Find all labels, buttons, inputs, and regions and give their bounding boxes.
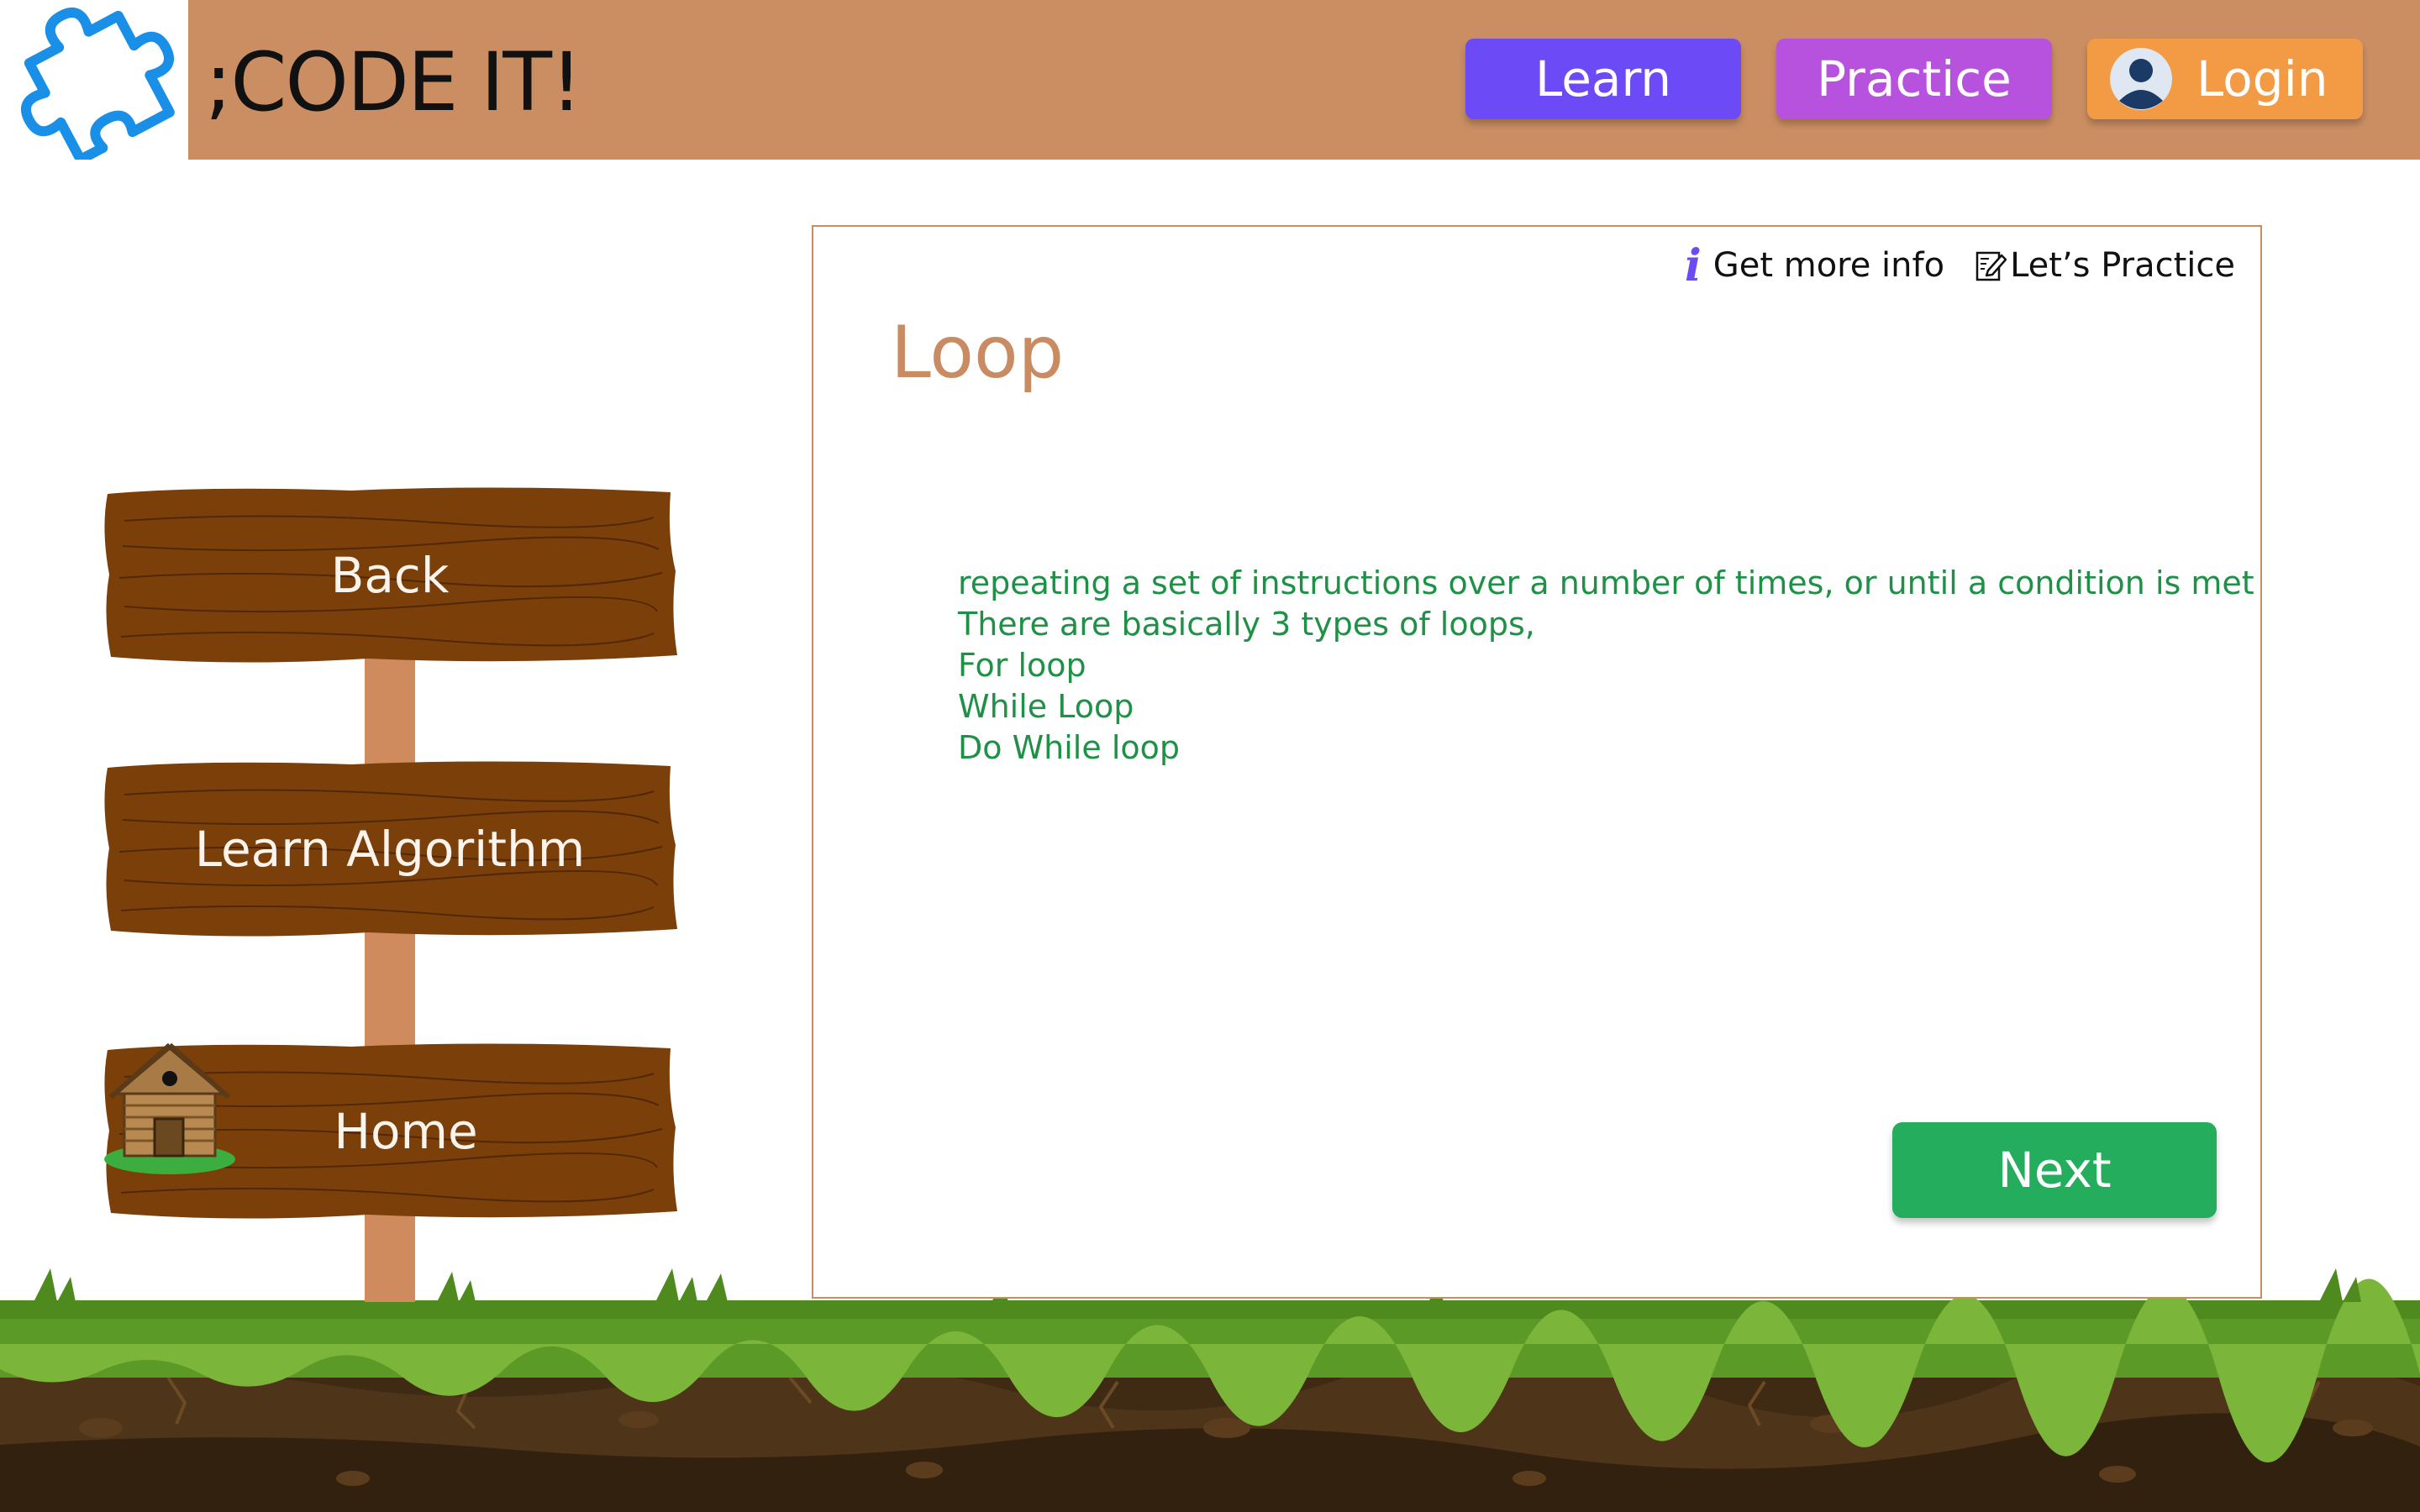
back-sign-button[interactable]: Back xyxy=(99,479,681,672)
home-sign-button[interactable]: Home xyxy=(99,1035,681,1228)
lesson-body: repeating a set of instructions over a n… xyxy=(958,563,2254,769)
lets-practice-label: Let’s Practice xyxy=(2010,246,2235,285)
body-line: repeating a set of instructions over a n… xyxy=(958,564,2254,601)
learn-algorithm-sign-button[interactable]: Learn Algorithm xyxy=(99,753,681,946)
body-line: Do While loop xyxy=(958,729,1180,766)
puzzle-piece-icon xyxy=(21,8,175,160)
cabin-icon xyxy=(104,1042,235,1174)
back-label: Back xyxy=(330,547,450,604)
get-more-info-label: Get more info xyxy=(1712,246,1945,285)
get-more-info-link[interactable]: i Get more info xyxy=(1685,240,1944,291)
header-bar: ;CODE IT! Learn Practice Login xyxy=(0,0,2420,160)
login-button[interactable]: Login xyxy=(2087,39,2363,119)
learn-button[interactable]: Learn xyxy=(1465,39,1741,119)
learn-algorithm-label: Learn Algorithm xyxy=(194,821,586,878)
user-avatar-icon xyxy=(2110,48,2172,110)
pencil-edit-icon xyxy=(1975,251,2007,281)
practice-button[interactable]: Practice xyxy=(1776,39,2052,119)
body-line: While Loop xyxy=(958,688,1134,725)
login-label: Login xyxy=(2196,50,2328,108)
body-line: For loop xyxy=(958,647,1086,684)
brand-title: ;CODE IT! xyxy=(205,35,582,129)
lesson-card: i Get more info Let’s Practice Loop repe… xyxy=(812,225,2262,1299)
card-toolbar: i Get more info Let’s Practice xyxy=(1655,240,2235,291)
info-icon: i xyxy=(1684,239,1702,291)
next-button[interactable]: Next xyxy=(1892,1122,2217,1218)
home-label: Home xyxy=(334,1103,478,1160)
logo-box[interactable] xyxy=(0,0,188,160)
lets-practice-link[interactable]: Let’s Practice xyxy=(1975,246,2235,285)
body-line: There are basically 3 types of loops, xyxy=(958,606,1535,643)
lesson-title: Loop xyxy=(891,311,1065,395)
